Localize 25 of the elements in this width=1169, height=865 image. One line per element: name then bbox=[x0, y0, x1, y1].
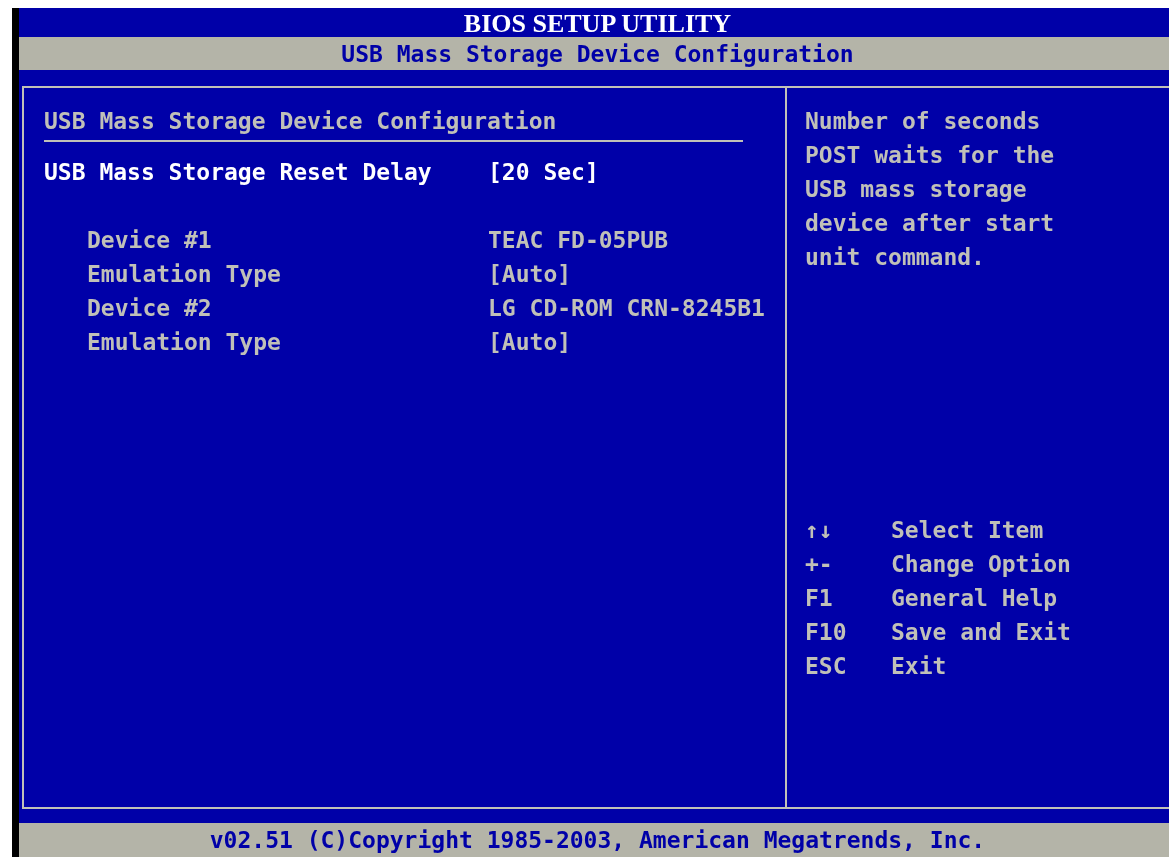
help-text: Number of seconds POST waits for the USB mass storage device after start unit command. bbox=[804, 107, 1056, 272]
key-action: Exit bbox=[890, 652, 947, 681]
key-label: +- bbox=[804, 550, 834, 579]
copyright-footer: v02.51 (C)Copyright 1985-2003, American Megatrends, Inc. bbox=[19, 821, 1169, 857]
key-action: Select Item bbox=[890, 516, 1044, 545]
setting-label: Device #2 bbox=[87, 294, 213, 323]
setting-value: LG CD-ROM CRN-8245B1 bbox=[488, 294, 765, 323]
screen-title: USB Mass Storage Device Configuration bbox=[19, 37, 1169, 70]
key-label: ESC bbox=[804, 652, 848, 681]
key-action: Change Option bbox=[890, 550, 1071, 579]
setting-label: Device #1 bbox=[87, 226, 213, 255]
key-label: F10 bbox=[804, 618, 848, 647]
key-action: General Help bbox=[890, 584, 1058, 613]
section-heading: USB Mass Storage Device Configuration bbox=[44, 107, 558, 136]
key-action: Save and Exit bbox=[890, 618, 1071, 647]
window-title: BIOS SETUP UTILITY bbox=[462, 8, 733, 37]
setting-label[interactable]: USB Mass Storage Reset Delay bbox=[44, 155, 488, 189]
setting-value: [Auto] bbox=[488, 260, 572, 289]
setting-value: TEAC FD-05PUB bbox=[488, 226, 668, 255]
setting-value: [Auto] bbox=[488, 328, 572, 357]
setting-label: Emulation Type bbox=[87, 328, 282, 357]
key-label: ↑↓ bbox=[804, 516, 834, 545]
setting-label: Emulation Type bbox=[87, 260, 282, 289]
setting-value: [20 Sec] bbox=[488, 158, 599, 187]
key-label: F1 bbox=[804, 584, 834, 613]
